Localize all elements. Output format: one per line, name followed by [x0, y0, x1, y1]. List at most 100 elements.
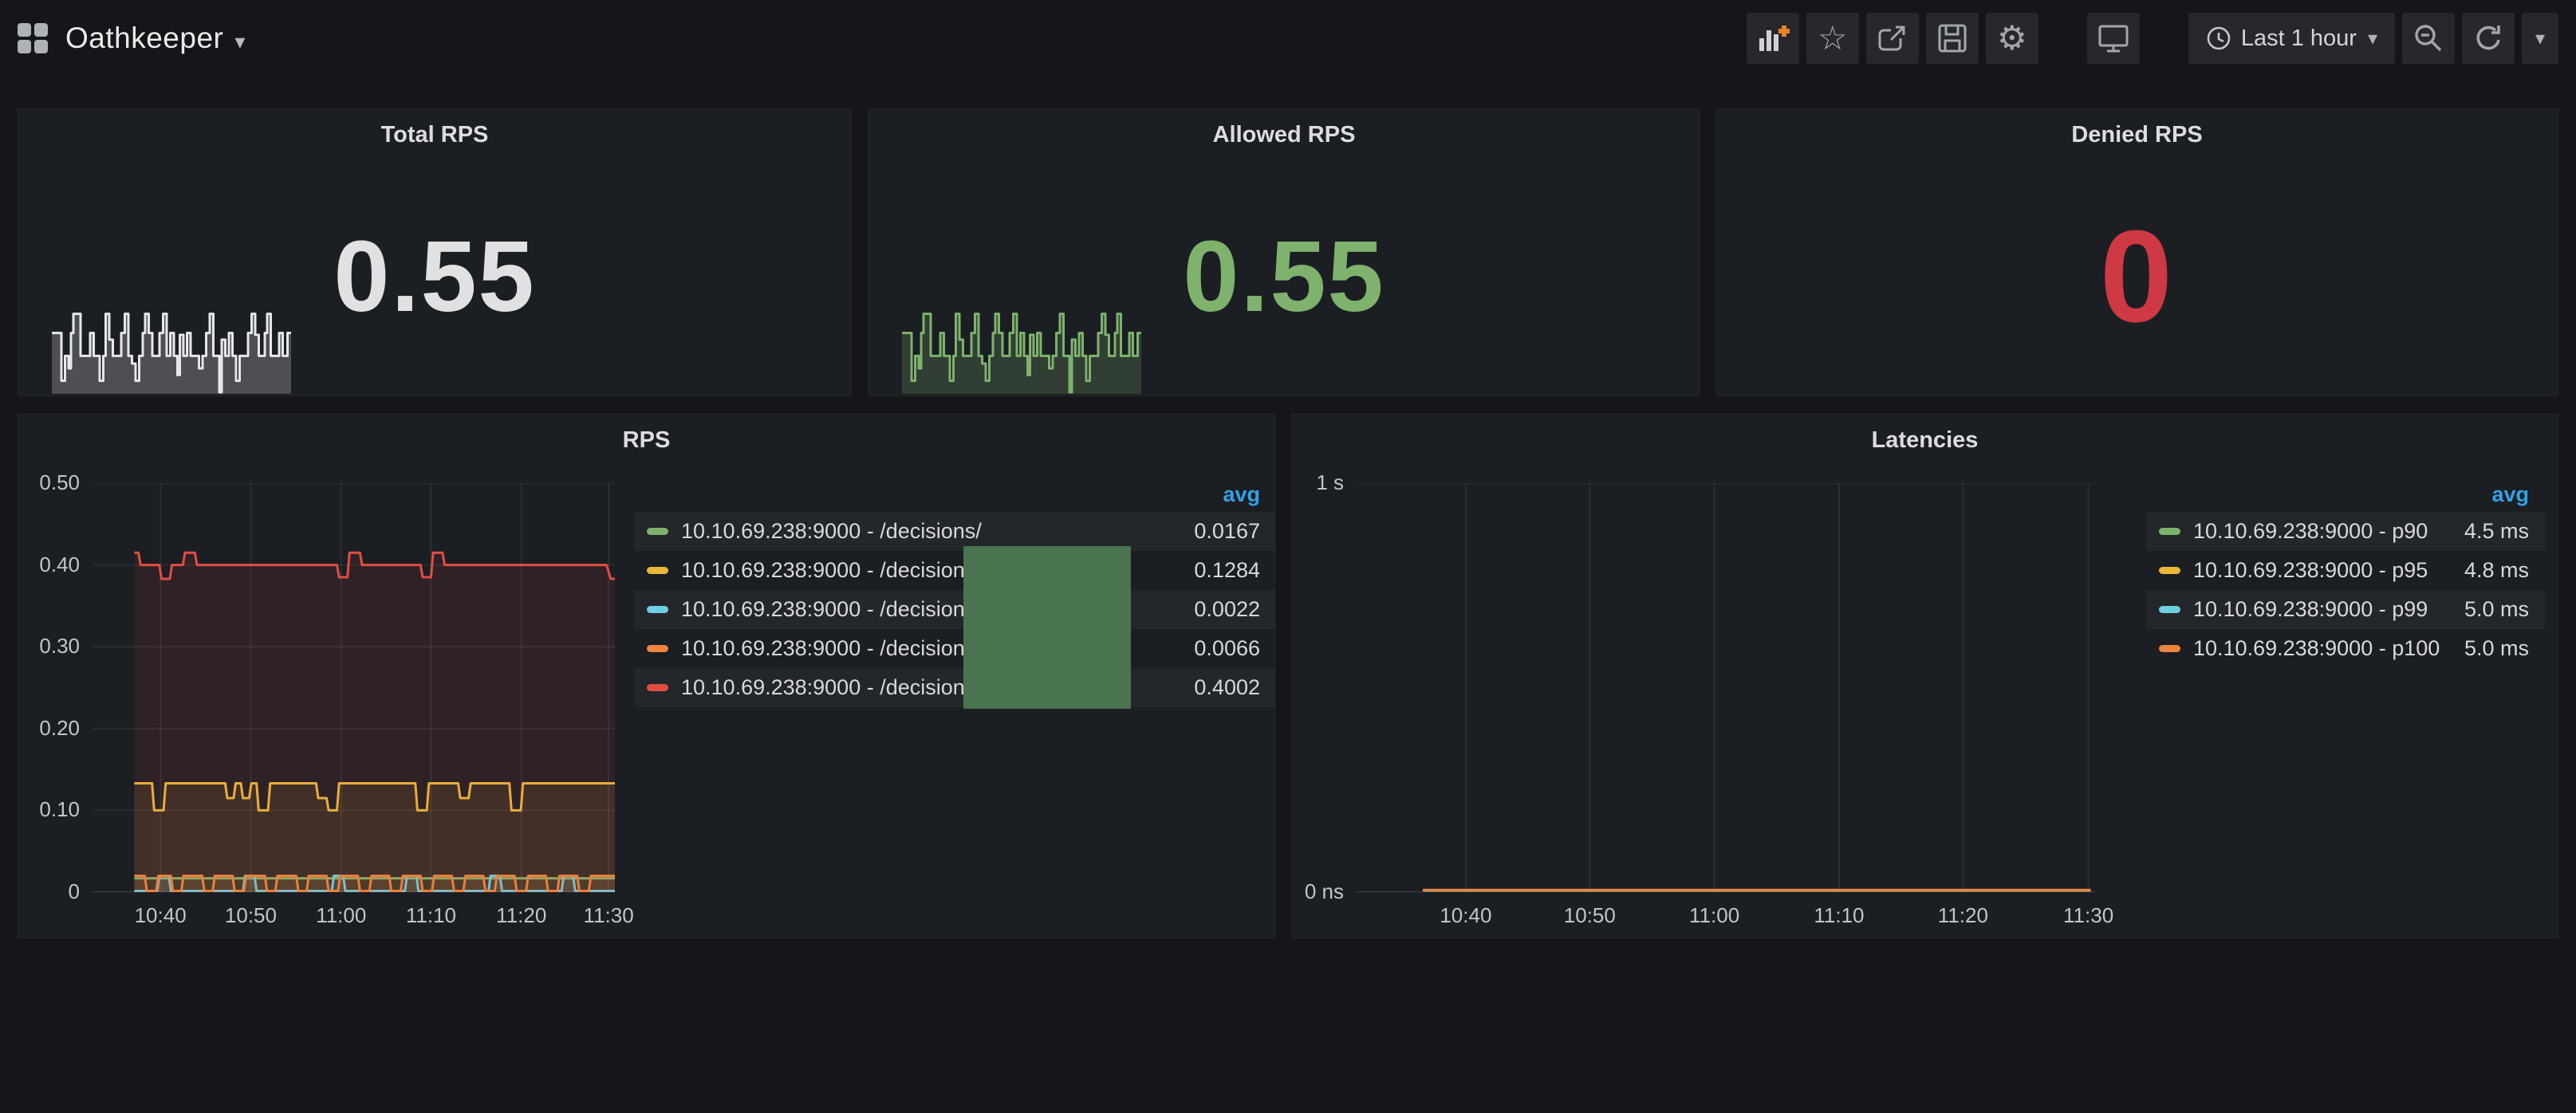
panel-title[interactable]: Denied RPS [1716, 122, 2558, 148]
grafana-dashboard: { "navbar": { "title": "Oathkeeper", "ti… [0, 0, 2576, 1113]
save-icon [1936, 22, 1968, 54]
series-avg-value: 4.5 ms [2464, 519, 2529, 544]
zoom-out-icon [2412, 22, 2445, 55]
add-panel-button[interactable] [1747, 13, 1799, 64]
refresh-interval-dropdown[interactable]: ▾ [2522, 13, 2558, 64]
refresh-button[interactable] [2462, 13, 2515, 64]
navbar-left: Oathkeeper ▾ [18, 22, 245, 55]
tv-mode-button[interactable] [2087, 13, 2140, 64]
legend-row[interactable]: 10.10.69.238:9000 - /decisions/0.0167 [634, 512, 1276, 551]
save-button[interactable] [1926, 13, 1979, 64]
dashboards-grid-icon[interactable] [18, 23, 48, 53]
series-avg-value: 4.8 ms [2464, 558, 2529, 583]
green-overlay-box [963, 546, 1131, 709]
panel-title[interactable]: RPS [18, 427, 1274, 454]
panel-denied-rps: Denied RPS 0 [1715, 108, 2558, 396]
panel-title[interactable]: Latencies [1292, 427, 2558, 454]
legend-row[interactable]: 10.10.69.238:9000 - p954.8 ms [2146, 551, 2545, 590]
refresh-interval-caret-icon: ▾ [2535, 27, 2545, 50]
panel-title[interactable]: Total RPS [18, 122, 851, 148]
navbar-actions: ☆ ⚙ [1739, 13, 2558, 64]
series-avg-value: 0.0167 [1194, 519, 1260, 544]
legend-header-avg[interactable]: avg [634, 477, 1276, 512]
series-avg-value: 5.0 ms [2464, 597, 2529, 622]
legend-row[interactable]: 10.10.69.238:9000 - /decisions/0.1284 [634, 551, 1276, 590]
x-axis-tick-label: 11:30 [584, 903, 634, 928]
y-axis-tick-label: 0 [18, 879, 80, 904]
legend-row[interactable]: 10.10.69.238:9000 - p995.0 ms [2146, 590, 2545, 629]
series-avg-value: 0.1284 [1194, 558, 1260, 583]
panel-title[interactable]: Allowed RPS [869, 122, 1700, 148]
time-range-picker[interactable]: Last 1 hour ▾ [2188, 13, 2395, 64]
rps-chart-plot[interactable] [93, 483, 615, 892]
legend-row[interactable]: 10.10.69.238:9000 - p1005.0 ms [2146, 629, 2545, 668]
series-avg-value: 5.0 ms [2464, 636, 2529, 661]
refresh-icon [2472, 22, 2504, 54]
time-range-caret-icon: ▾ [2368, 27, 2377, 50]
panel-total-rps: Total RPS 0.55 [18, 108, 852, 396]
time-range-label: Last 1 hour [2241, 26, 2357, 52]
gear-icon: ⚙ [1997, 22, 2027, 55]
legend-header-avg[interactable]: avg [2146, 477, 2545, 512]
x-axis-tick-label: 11:30 [2063, 903, 2113, 928]
series-swatch-icon[interactable] [647, 567, 668, 574]
series-swatch-icon[interactable] [647, 606, 668, 613]
series-label[interactable]: 10.10.69.238:9000 - p95 [2193, 558, 2464, 583]
star-icon: ☆ [1818, 22, 1848, 55]
legend-row[interactable]: 10.10.69.238:9000 - /decisions/0.4002 [634, 668, 1276, 707]
x-axis-tick-label: 10:40 [1440, 903, 1491, 928]
series-swatch-icon[interactable] [2159, 645, 2180, 652]
latencies-legend: avg10.10.69.238:9000 - p904.5 ms10.10.69… [2146, 477, 2545, 668]
x-axis-tick-label: 11:20 [496, 903, 546, 928]
series-swatch-icon[interactable] [2159, 606, 2180, 613]
total-rps-value: 0.55 [18, 157, 851, 395]
series-avg-value: 0.0066 [1194, 636, 1260, 661]
share-icon [1877, 22, 1908, 54]
y-axis-tick-label: 0.30 [18, 634, 80, 659]
x-axis-tick-label: 10:50 [225, 903, 277, 928]
series-label[interactable]: 10.10.69.238:9000 - p90 [2193, 519, 2464, 544]
clock-icon [2206, 26, 2231, 51]
dashboard-title[interactable]: Oathkeeper [65, 22, 223, 55]
add-panel-icon [1755, 22, 1790, 54]
denied-rps-value: 0 [1716, 157, 2558, 395]
series-label[interactable]: 10.10.69.238:9000 - p99 [2193, 597, 2464, 622]
x-axis-tick-label: 11:00 [1689, 903, 1739, 928]
panel-allowed-rps: Allowed RPS 0.55 [868, 108, 1700, 396]
y-axis-tick-label: 0.20 [18, 716, 80, 741]
series-swatch-icon[interactable] [647, 684, 668, 691]
legend-row[interactable]: 10.10.69.238:9000 - p904.5 ms [2146, 512, 2545, 551]
panel-latencies: Latencies avg10.10.69.238:9000 - p904.5 … [1291, 414, 2558, 938]
y-axis-tick-label: 1 s [1292, 470, 1344, 495]
legend-row[interactable]: 10.10.69.238:9000 - /decisions/0.0066 [634, 629, 1276, 668]
monitor-icon [2097, 22, 2130, 54]
allowed-rps-value: 0.55 [869, 157, 1700, 395]
series-swatch-icon[interactable] [647, 645, 668, 652]
series-avg-value: 0.0022 [1194, 597, 1260, 622]
dashboard-title-caret-icon[interactable]: ▾ [234, 23, 245, 54]
y-axis-tick-label: 0.10 [18, 797, 80, 822]
navbar: Oathkeeper ▾ ☆ [0, 0, 2576, 77]
zoom-out-button[interactable] [2402, 13, 2455, 64]
panel-rps: RPS avg10.10.69.238:9000 - /decisions/0.… [18, 414, 1275, 938]
legend-row[interactable]: 10.10.69.238:9000 - /decisions/0.0022 [634, 590, 1276, 629]
series-swatch-icon[interactable] [647, 528, 668, 535]
series-label[interactable]: 10.10.69.238:9000 - p100 [2193, 636, 2464, 661]
series-avg-value: 0.4002 [1194, 675, 1260, 700]
latencies-chart-plot[interactable] [1357, 483, 2094, 892]
y-axis-tick-label: 0 ns [1292, 879, 1344, 904]
series-swatch-icon[interactable] [2159, 528, 2180, 535]
series-swatch-icon[interactable] [2159, 567, 2180, 574]
x-axis-tick-label: 11:20 [1938, 903, 1988, 928]
x-axis-tick-label: 11:10 [406, 903, 456, 928]
series-label[interactable]: 10.10.69.238:9000 - /decisions/ [681, 519, 1194, 544]
settings-button[interactable]: ⚙ [1986, 13, 2038, 64]
x-axis-tick-label: 11:10 [1814, 903, 1864, 928]
y-axis-tick-label: 0.40 [18, 553, 80, 577]
y-axis-tick-label: 0.50 [18, 470, 80, 495]
share-button[interactable] [1866, 13, 1919, 64]
star-button[interactable]: ☆ [1806, 13, 1859, 64]
x-axis-tick-label: 10:50 [1564, 903, 1616, 928]
x-axis-tick-label: 10:40 [135, 903, 187, 928]
rps-legend: avg10.10.69.238:9000 - /decisions/0.0167… [634, 477, 1276, 707]
